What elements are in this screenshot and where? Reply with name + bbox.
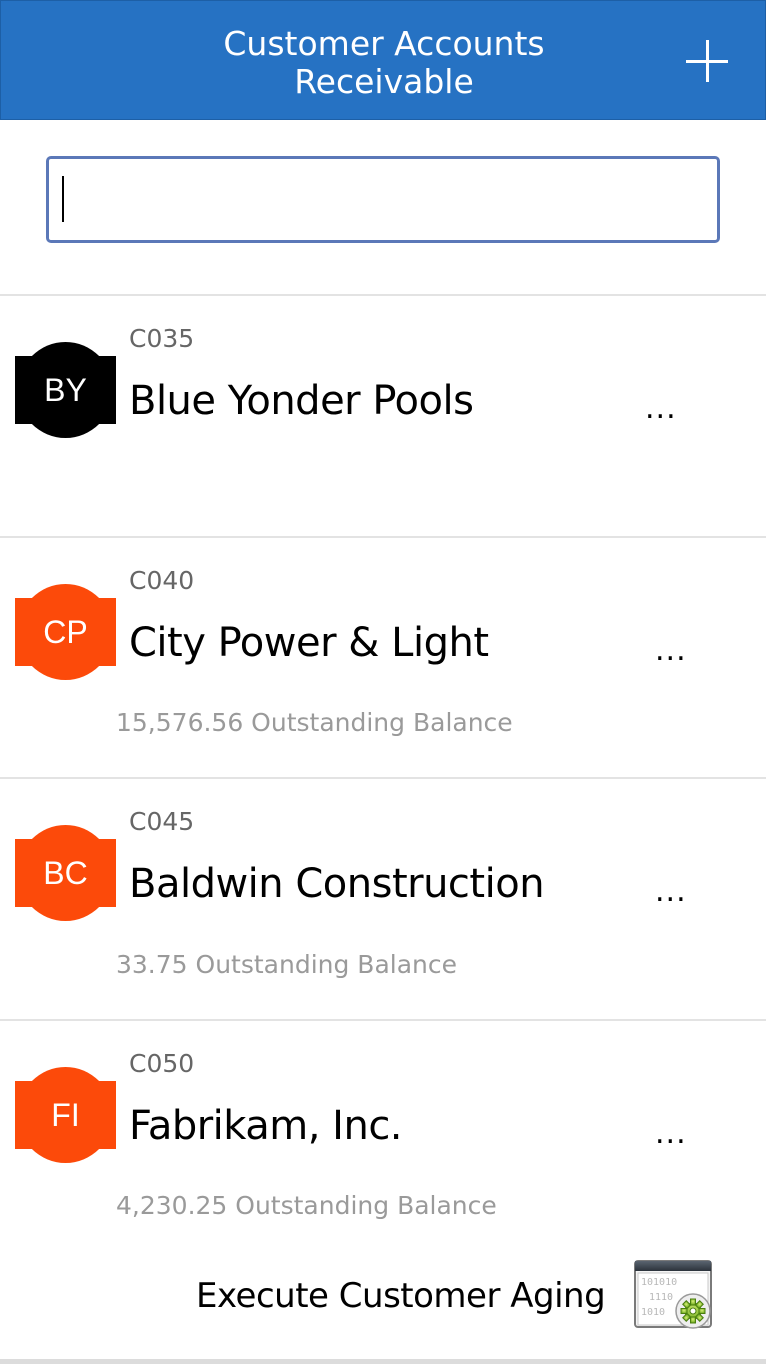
customer-code: C035 — [129, 324, 195, 353]
outstanding-balance: 33.75 Outstanding Balance — [116, 950, 458, 979]
customer-row[interactable]: C040 CP City Power & Light ... 15,576.56… — [0, 538, 766, 778]
bottom-edge — [0, 1359, 766, 1364]
more-options-button[interactable]: ... — [645, 391, 677, 426]
app-header: Customer Accounts Receivable — [0, 0, 766, 120]
binary-settings-icon[interactable]: 101010 1110 1010 — [633, 1259, 715, 1331]
avatar-initials: FI — [51, 1096, 80, 1133]
page-title-line2: Receivable — [294, 62, 474, 101]
outstanding-balance: 4,230.25 Outstanding Balance — [116, 1191, 497, 1220]
customer-code: C040 — [129, 566, 195, 595]
avatar-initials: BC — [43, 854, 88, 891]
page-title: Customer Accounts Receivable — [1, 25, 766, 101]
avatar-initials: CP — [43, 613, 88, 650]
more-options-button[interactable]: ... — [655, 1116, 687, 1151]
customer-row[interactable]: C050 FI Fabrikam, Inc. ... 4,230.25 Outs… — [0, 1021, 766, 1261]
customer-name: City Power & Light — [129, 620, 489, 666]
avatar-initials: BY — [44, 371, 87, 408]
more-options-button[interactable]: ... — [655, 633, 687, 668]
execute-customer-aging-button[interactable]: Execute Customer Aging — [196, 1276, 606, 1316]
customer-code: C050 — [129, 1049, 195, 1078]
customer-name: Baldwin Construction — [129, 861, 545, 907]
page-title-line1: Customer Accounts — [223, 24, 545, 63]
customer-row[interactable]: C045 BC Baldwin Construction ... 33.75 O… — [0, 779, 766, 1019]
more-options-button[interactable]: ... — [655, 874, 687, 909]
customer-row[interactable]: C035 BY Blue Yonder Pools ... — [0, 296, 766, 536]
customer-code: C045 — [129, 807, 195, 836]
svg-text:1110: 1110 — [649, 1292, 673, 1303]
customer-name: Fabrikam, Inc. — [129, 1103, 403, 1149]
outstanding-balance: 15,576.56 Outstanding Balance — [116, 708, 513, 737]
customer-name: Blue Yonder Pools — [129, 378, 474, 424]
search-input[interactable] — [46, 156, 720, 243]
svg-text:1010: 1010 — [641, 1307, 665, 1318]
text-cursor — [62, 176, 64, 222]
add-customer-button[interactable] — [680, 34, 734, 88]
avatar: BY — [15, 342, 116, 438]
avatar: CP — [15, 584, 116, 680]
svg-text:101010: 101010 — [641, 1277, 677, 1288]
avatar: BC — [15, 825, 116, 921]
avatar: FI — [15, 1067, 116, 1163]
